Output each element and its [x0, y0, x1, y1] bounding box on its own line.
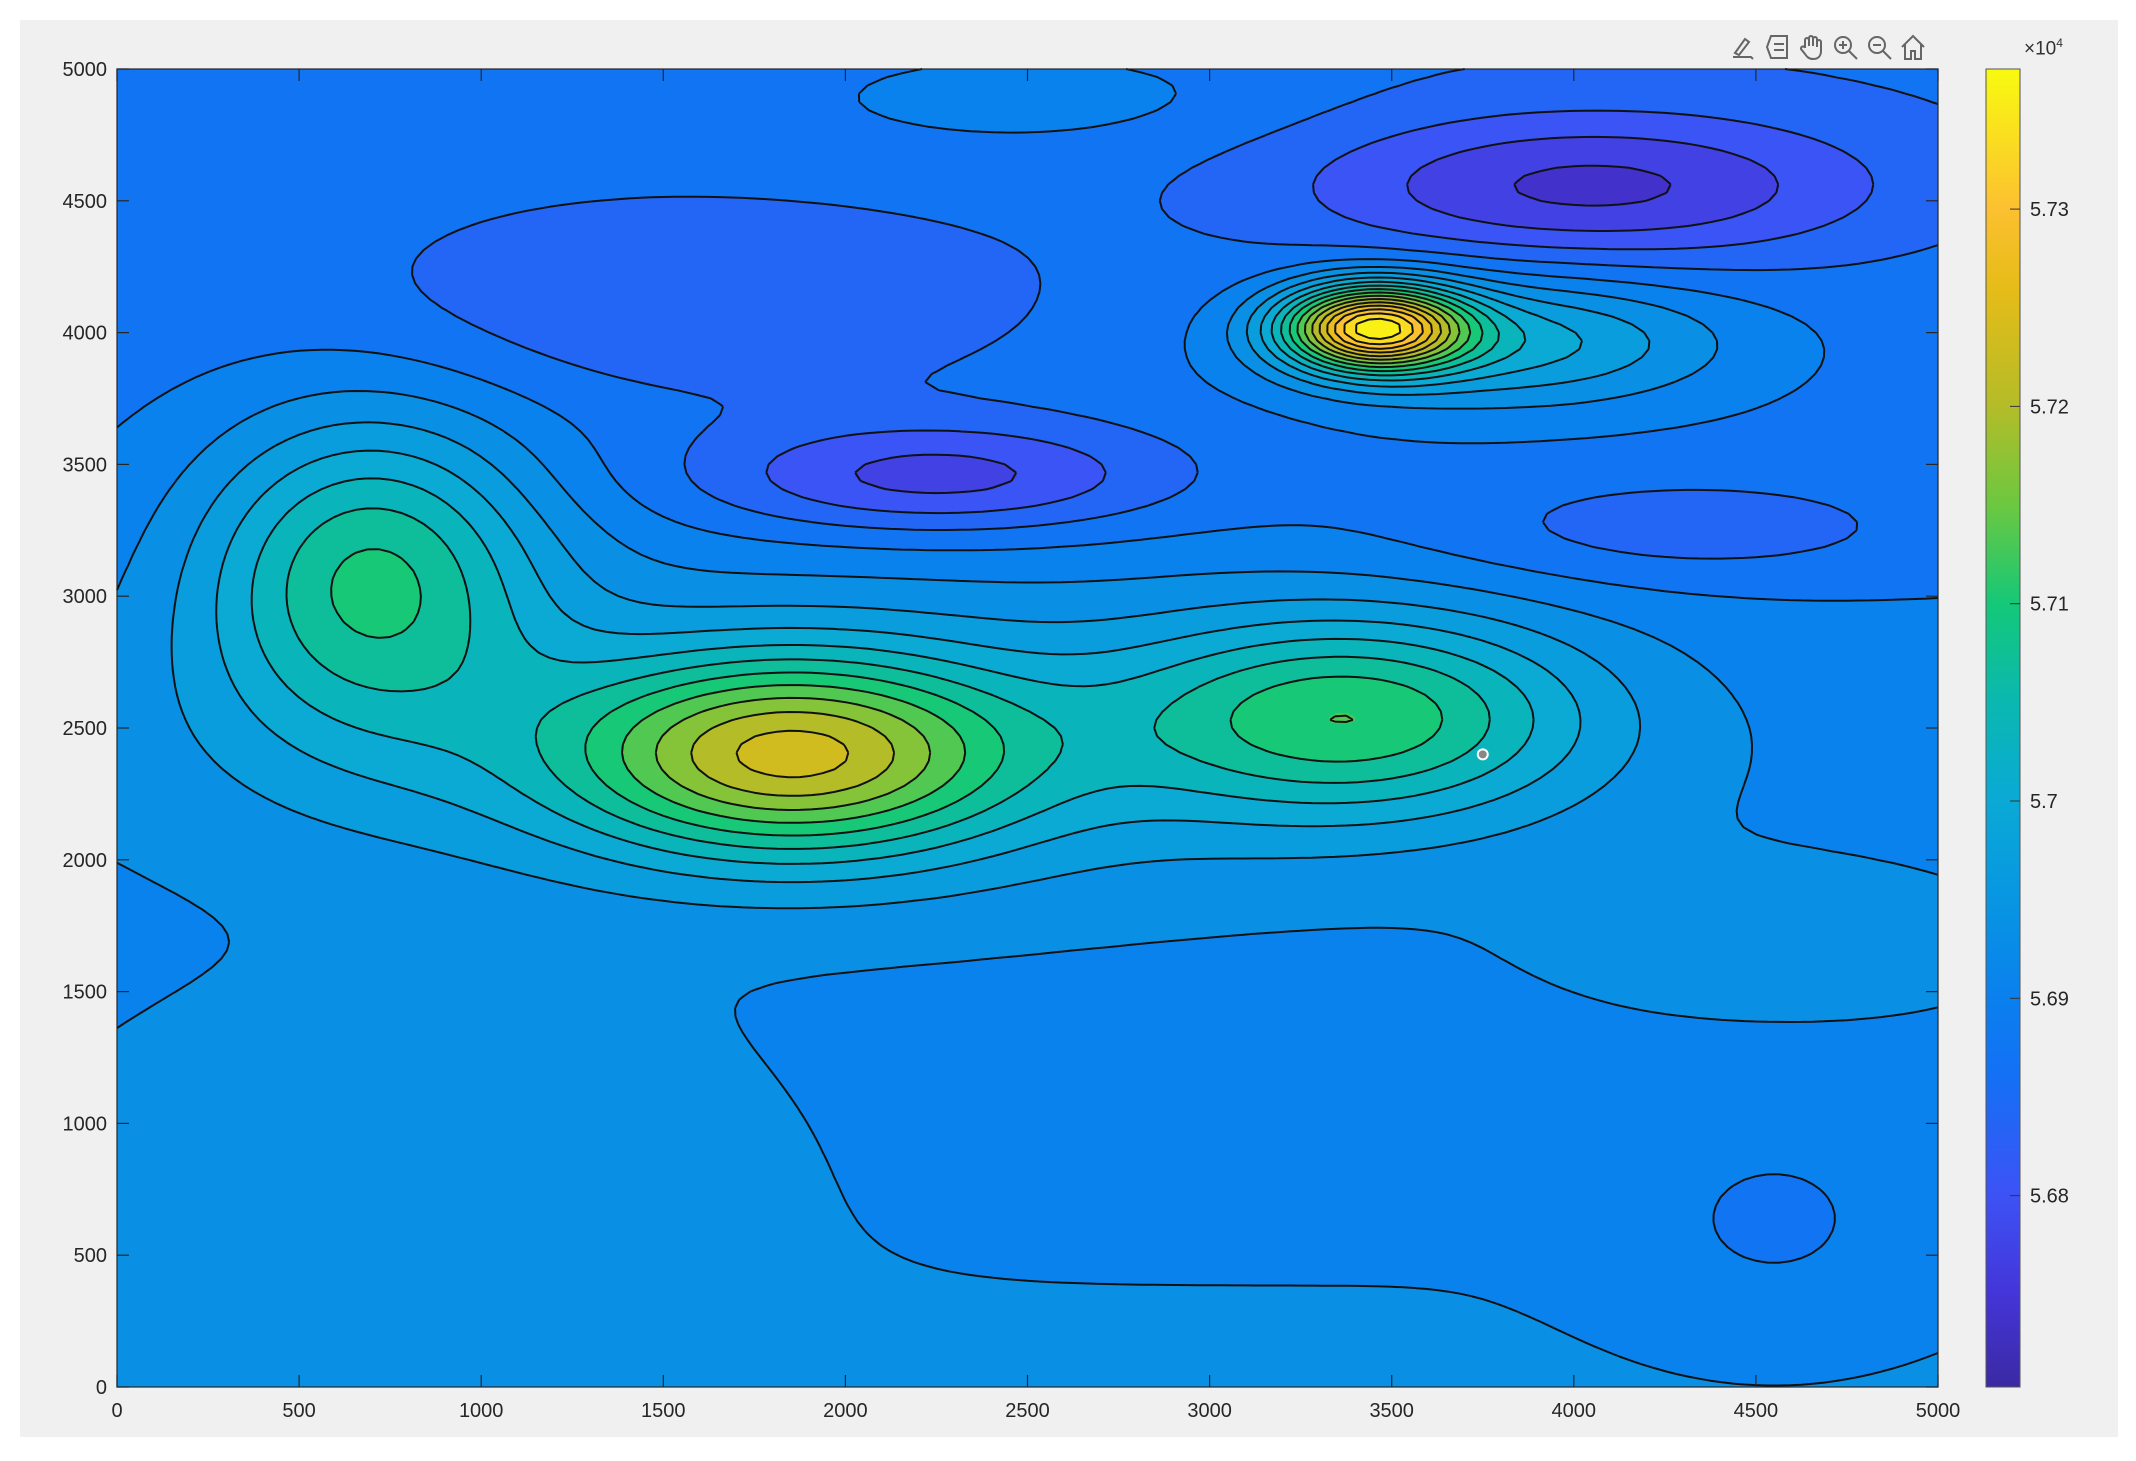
contour-line-level-8 — [215, 276, 1583, 884]
x-tick-label: 5000 — [1916, 1400, 1961, 1422]
colorbar-exponent-power: 4 — [2056, 36, 2063, 50]
x-tick-label: 3500 — [1369, 1400, 1414, 1422]
y-tick-label: 5000 — [63, 59, 108, 81]
x-tick-label: 0 — [111, 1400, 122, 1422]
chart-overlay: 0 500 1000 1500 2000 2500 3000 3500 4000 4500 5000… — [63, 59, 2069, 1422]
contour-line-level-3 — [765, 109, 1875, 515]
y-tick-label: 2000 — [63, 850, 108, 872]
x-tick-label: 1000 — [459, 1400, 504, 1422]
y-tick-label: 1500 — [63, 982, 108, 1004]
y-tick-label: 3000 — [63, 586, 108, 608]
y-tick-label: 500 — [74, 1245, 107, 1267]
contour-line-level-2 — [854, 135, 1780, 495]
x-tick-label: 2500 — [1005, 1400, 1050, 1422]
contour-line-level-19 — [1355, 317, 1402, 340]
contour-line-level-4 — [411, 68, 1939, 560]
colorbar-tick-label: 5.68 — [2030, 1186, 2069, 1208]
colorbar-tick-label: 5.72 — [2030, 396, 2069, 418]
colorbar-tick-label: 5.69 — [2030, 988, 2069, 1010]
contour-line-level-17 — [1334, 308, 1424, 350]
axes-box — [116, 68, 1939, 1388]
contour-line-level-1 — [1513, 164, 1672, 207]
contour-line-level-11 — [330, 288, 1484, 837]
y-tick-label: 4000 — [63, 323, 108, 345]
data-cursor-marker[interactable] — [1476, 748, 1489, 761]
y-tick-label: 0 — [96, 1377, 107, 1399]
x-tick-label: 2000 — [823, 1400, 868, 1422]
colorbar-tick-label: 5.71 — [2030, 594, 2069, 616]
x-tick-label: 3000 — [1187, 1400, 1232, 1422]
x-tick-label: 1500 — [641, 1400, 686, 1422]
y-tick-label: 3500 — [63, 454, 108, 476]
contour-line-level-15 — [735, 301, 1443, 779]
y-tick-label: 4500 — [63, 191, 108, 213]
contour-line-level-7 — [170, 271, 1651, 910]
x-tick-label: 4500 — [1734, 1400, 1779, 1422]
colorbar-tick-label: 5.73 — [2030, 199, 2069, 221]
contour-lines — [116, 68, 1939, 1387]
contour-line-level-6 — [116, 266, 1939, 1387]
colorbar-exponent-base: ×10 — [2024, 38, 2057, 60]
x-tick-label: 4000 — [1552, 1400, 1597, 1422]
colorbar-exponent: ×104 — [2024, 36, 2063, 60]
colorbar[interactable] — [1985, 68, 2021, 1388]
y-tick-label: 2500 — [63, 718, 108, 740]
x-tick-label: 500 — [282, 1400, 315, 1422]
colorbar-tick-label: 5.7 — [2030, 791, 2058, 813]
y-tick-label: 1000 — [63, 1113, 108, 1135]
